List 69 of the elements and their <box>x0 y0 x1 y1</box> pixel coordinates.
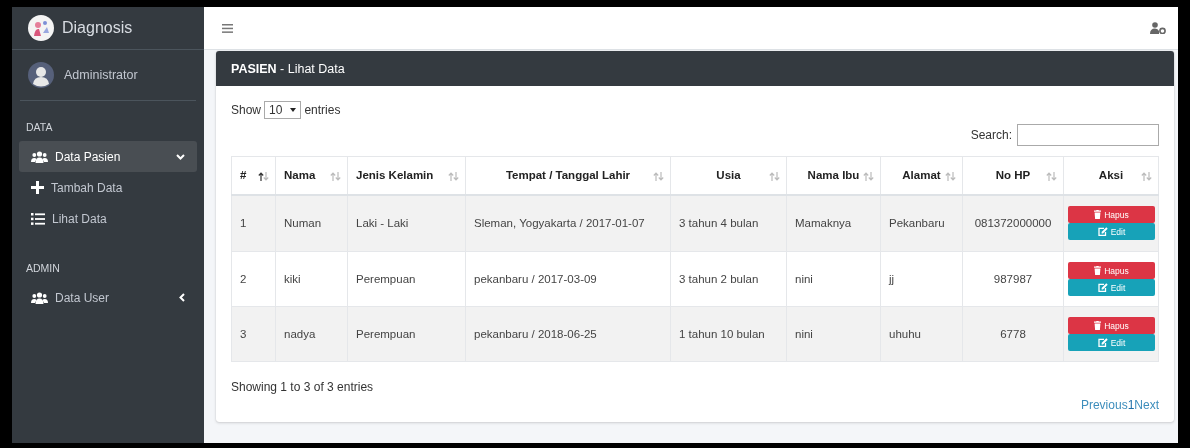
table-cell: Numan <box>275 194 348 252</box>
table-cell: Mamaknya <box>786 194 881 252</box>
table-cell: 081372000000 <box>962 194 1064 252</box>
column-header[interactable]: Alamat <box>880 156 963 195</box>
delete-button[interactable]: Hapus <box>1068 206 1155 224</box>
edit-icon <box>1097 338 1108 347</box>
card-title: PASIEN - Lihat Data <box>231 61 345 76</box>
plus-icon <box>31 181 44 194</box>
table-cell: 6778 <box>962 306 1064 362</box>
edit-icon <box>1097 227 1108 237</box>
entries-label: entries <box>304 103 341 117</box>
list-icon <box>31 212 45 225</box>
logo-icon <box>28 15 54 41</box>
page-link[interactable]: 1 <box>1127 398 1135 412</box>
section-header: DATA <box>25 120 54 135</box>
table-cell: Pekanbaru <box>880 194 963 252</box>
table-cell: jj <box>880 251 963 307</box>
edit-icon <box>1097 283 1108 292</box>
entries-select[interactable]: 10 <box>264 101 302 119</box>
search-field[interactable] <box>1017 124 1159 146</box>
column-header[interactable]: No HP <box>962 156 1064 195</box>
page-link[interactable]: Previous <box>1080 398 1128 412</box>
table-cell: Sleman, Yogyakarta / 2017-01-07 <box>465 194 671 252</box>
user-name: Administrator <box>64 68 138 82</box>
delete-button[interactable]: Hapus <box>1068 262 1155 279</box>
table-cell: 1 tahun 10 bulan <box>670 306 787 362</box>
table-info: Showing 1 to 3 of 3 entries <box>231 380 375 394</box>
table-cell: 3 <box>231 306 276 362</box>
dropdown-caret-icon <box>290 108 297 112</box>
table-cell: pekanbaru / 2017-03-09 <box>465 251 671 307</box>
page-link[interactable]: Next <box>1134 398 1159 412</box>
column-header[interactable]: Aksi <box>1063 156 1159 195</box>
users-icon <box>31 291 48 304</box>
delete-button[interactable]: Hapus <box>1068 317 1155 334</box>
column-header[interactable]: Jenis Kelamin <box>347 156 466 195</box>
table-cell: 2 <box>231 251 276 307</box>
menu-icon[interactable] <box>222 23 233 33</box>
table-cell: 987987 <box>962 251 1064 307</box>
nav-item[interactable]: Data User <box>19 282 197 313</box>
column-header[interactable]: Usia <box>670 156 787 195</box>
column-header[interactable]: Tempat / Tanggal Lahir <box>465 156 671 195</box>
table-cell: nini <box>786 306 881 362</box>
trash-icon <box>1094 266 1102 275</box>
trash-icon <box>1094 321 1102 330</box>
column-header[interactable]: Nama <box>275 156 348 195</box>
table-cell: nadya <box>275 306 348 362</box>
table-cell: kiki <box>275 251 348 307</box>
nav-item[interactable]: Data Pasien <box>19 141 197 172</box>
table-cell: Laki - Laki <box>347 194 466 252</box>
nav-item[interactable]: Tambah Data <box>19 172 197 203</box>
brand-title: Diagnosis <box>62 19 133 37</box>
table-cell: Perempuan <box>347 306 466 362</box>
table-cell: uhuhu <box>880 306 963 362</box>
table-cell: 3 tahun 4 bulan <box>670 194 787 252</box>
column-header[interactable]: Nama Ibu <box>786 156 881 195</box>
nav-item[interactable]: Lihat Data <box>19 203 197 234</box>
user-settings-icon[interactable] <box>1150 22 1166 34</box>
trash-icon <box>1094 210 1102 220</box>
search-label: Search: <box>970 128 1012 142</box>
table-cell: Perempuan <box>347 251 466 307</box>
users-icon <box>31 150 48 163</box>
table-cell: pekanbaru / 2018-06-25 <box>465 306 671 362</box>
section-header: ADMIN <box>25 261 61 276</box>
avatar-icon <box>28 62 54 88</box>
table-cell: 1 <box>231 194 276 252</box>
table-cell: 3 tahun 2 bulan <box>670 251 787 307</box>
table-cell: nini <box>786 251 881 307</box>
show-label: Show <box>231 103 262 117</box>
column-header[interactable]: # <box>231 156 276 195</box>
